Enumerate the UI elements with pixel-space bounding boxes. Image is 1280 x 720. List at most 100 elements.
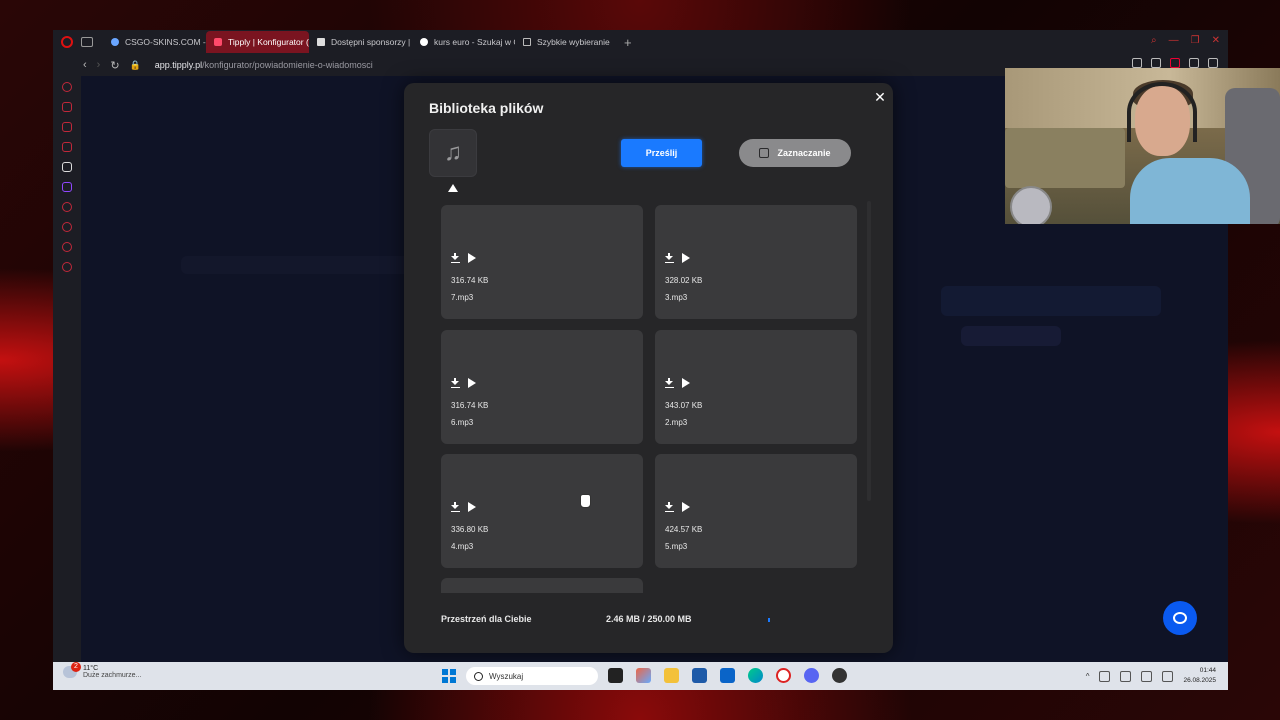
- file-explorer-icon[interactable]: [664, 668, 679, 683]
- search-icon[interactable]: ⌕: [1151, 35, 1157, 46]
- shield-icon[interactable]: [1170, 58, 1180, 68]
- minimize-icon[interactable]: —: [1169, 35, 1179, 46]
- weather-desc: Duże zachmurze...: [83, 672, 142, 679]
- tab-speed-dial[interactable]: Szybkie wybieranie: [515, 31, 618, 53]
- tab-overview-icon[interactable]: [81, 37, 93, 47]
- file-card[interactable]: 328.02 KB 3.mp3: [655, 205, 857, 319]
- search-icon: [474, 671, 483, 681]
- file-name: 2.mp3: [665, 418, 688, 427]
- wallet-icon[interactable]: [62, 122, 72, 132]
- settings-gear-icon[interactable]: [62, 262, 72, 272]
- url-domain: app.tipply.pl: [154, 60, 203, 70]
- bookmark-icon[interactable]: [1132, 58, 1142, 68]
- download-icon[interactable]: [451, 378, 460, 388]
- tab-kurs-euro[interactable]: kurs euro - Szukaj w Goo: [412, 31, 515, 53]
- file-card[interactable]: 424.57 KB 5.mp3: [655, 454, 857, 568]
- close-icon[interactable]: ✕: [873, 89, 887, 106]
- opera-logo-icon[interactable]: [61, 36, 73, 48]
- tab-tipply-active[interactable]: Tipply | Konfigurator (Pov: [206, 31, 309, 53]
- url-field[interactable]: app.tipply.pl/konfigurator/powiadomienie…: [155, 60, 373, 70]
- edge-icon[interactable]: [748, 668, 763, 683]
- taskbar-search[interactable]: Wyszukaj: [466, 667, 598, 685]
- outlook-icon[interactable]: [720, 668, 735, 683]
- download-icon[interactable]: [665, 253, 674, 263]
- scrollbar[interactable]: [867, 201, 871, 501]
- play-icon[interactable]: [468, 502, 476, 512]
- microphone-icon[interactable]: [1120, 670, 1132, 682]
- tab-bar: CSGO-SKINS.COM - Naj Tipply | Konfigurat…: [53, 30, 1228, 54]
- twitch-icon[interactable]: [62, 182, 72, 192]
- download-icon[interactable]: [665, 378, 674, 388]
- extensions-icon[interactable]: [62, 242, 72, 252]
- storage-usage-bar: [768, 618, 770, 622]
- music-note-icon[interactable]: ♫: [429, 129, 477, 177]
- opera-taskbar-icon[interactable]: [776, 668, 791, 683]
- file-grid: 316.74 KB 7.mp3 328.02 KB 3.mp3 316.74 K…: [441, 205, 857, 593]
- fan-icon: [1010, 186, 1052, 224]
- mouse-cursor-icon: [580, 494, 591, 508]
- clock-icon[interactable]: [62, 222, 72, 232]
- cloud-icon: 2: [63, 662, 81, 678]
- maximize-icon[interactable]: ❐: [1191, 35, 1200, 46]
- wifi-icon[interactable]: [1141, 670, 1153, 682]
- system-tray: ^ 01:44 26.08.2025: [1086, 666, 1216, 686]
- tab-sponsors[interactable]: Dostępni sponsorzy | inS: [309, 31, 412, 53]
- file-card[interactable]: 343.07 KB 2.mp3: [655, 330, 857, 444]
- play-icon[interactable]: [682, 502, 690, 512]
- clock-date: 26.08.2025: [1183, 677, 1216, 684]
- download-icon[interactable]: [665, 502, 674, 512]
- tab-label: Tipply | Konfigurator (Pov: [228, 37, 309, 47]
- discord-icon[interactable]: [804, 668, 819, 683]
- history-icon[interactable]: [62, 82, 72, 92]
- select-toggle-label: Zaznaczanie: [777, 148, 831, 158]
- tab-label: Szybkie wybieranie: [537, 37, 610, 47]
- network-icon[interactable]: [1099, 670, 1111, 682]
- upload-button[interactable]: Prześlij: [621, 139, 702, 167]
- file-card[interactable]: 336.80 KB 4.mp3: [441, 454, 643, 568]
- play-icon[interactable]: [468, 378, 476, 388]
- chat-support-icon[interactable]: [1163, 601, 1197, 635]
- forward-icon[interactable]: ›: [97, 59, 101, 71]
- storage-label: Przestrzeń dla Ciebie: [441, 614, 532, 624]
- heart-icon[interactable]: [1208, 58, 1218, 68]
- store-icon[interactable]: [692, 668, 707, 683]
- play-icon[interactable]: [682, 253, 690, 263]
- shopping-icon[interactable]: [62, 102, 72, 112]
- selected-triangle-indicator: [448, 184, 458, 192]
- file-card[interactable]: 316.74 KB 6.mp3: [441, 330, 643, 444]
- new-tab-plus-icon[interactable]: +: [624, 35, 632, 50]
- file-name: 4.mp3: [451, 542, 474, 551]
- reload-icon[interactable]: ↻: [110, 59, 119, 72]
- tab-csgo-skins[interactable]: CSGO-SKINS.COM - Naj: [103, 31, 206, 53]
- chevron-up-icon[interactable]: ^: [1086, 672, 1090, 681]
- file-card[interactable]: 316.74 KB 7.mp3: [441, 205, 643, 319]
- search-placeholder: Wyszukaj: [489, 671, 524, 681]
- windows-start-icon[interactable]: [442, 669, 456, 683]
- clock[interactable]: 01:44 26.08.2025: [1183, 666, 1216, 686]
- volume-icon[interactable]: [1162, 670, 1174, 682]
- messenger-icon[interactable]: [62, 142, 72, 152]
- select-toggle-button[interactable]: Zaznaczanie: [739, 139, 851, 167]
- task-view-icon[interactable]: [608, 668, 623, 683]
- file-card-partial[interactable]: [441, 578, 643, 593]
- copilot-icon[interactable]: [636, 668, 651, 683]
- weather-temp: 11°C: [83, 665, 99, 672]
- steam-icon[interactable]: [832, 668, 847, 683]
- play-icon[interactable]: [1189, 58, 1199, 68]
- aria-icon[interactable]: [62, 162, 72, 172]
- file-size: 316.74 KB: [451, 276, 489, 285]
- play-icon[interactable]: [468, 253, 476, 263]
- player-icon[interactable]: [62, 202, 72, 212]
- windows-taskbar: 2 11°C Duże zachmurze... Wyszukaj ^ 01:4…: [53, 662, 1228, 690]
- checkbox-icon: [759, 148, 770, 158]
- tab-favicon-icon: [214, 38, 222, 46]
- webcam-overlay: [1005, 68, 1280, 224]
- snapshot-icon[interactable]: [1151, 58, 1161, 68]
- download-icon[interactable]: [451, 253, 460, 263]
- play-icon[interactable]: [682, 378, 690, 388]
- weather-widget[interactable]: 2 11°C Duże zachmurze...: [63, 662, 142, 679]
- modal-title: Biblioteka plików: [429, 100, 544, 116]
- back-icon[interactable]: ‹: [83, 59, 87, 71]
- close-window-icon[interactable]: ✕: [1212, 35, 1220, 46]
- download-icon[interactable]: [451, 502, 460, 512]
